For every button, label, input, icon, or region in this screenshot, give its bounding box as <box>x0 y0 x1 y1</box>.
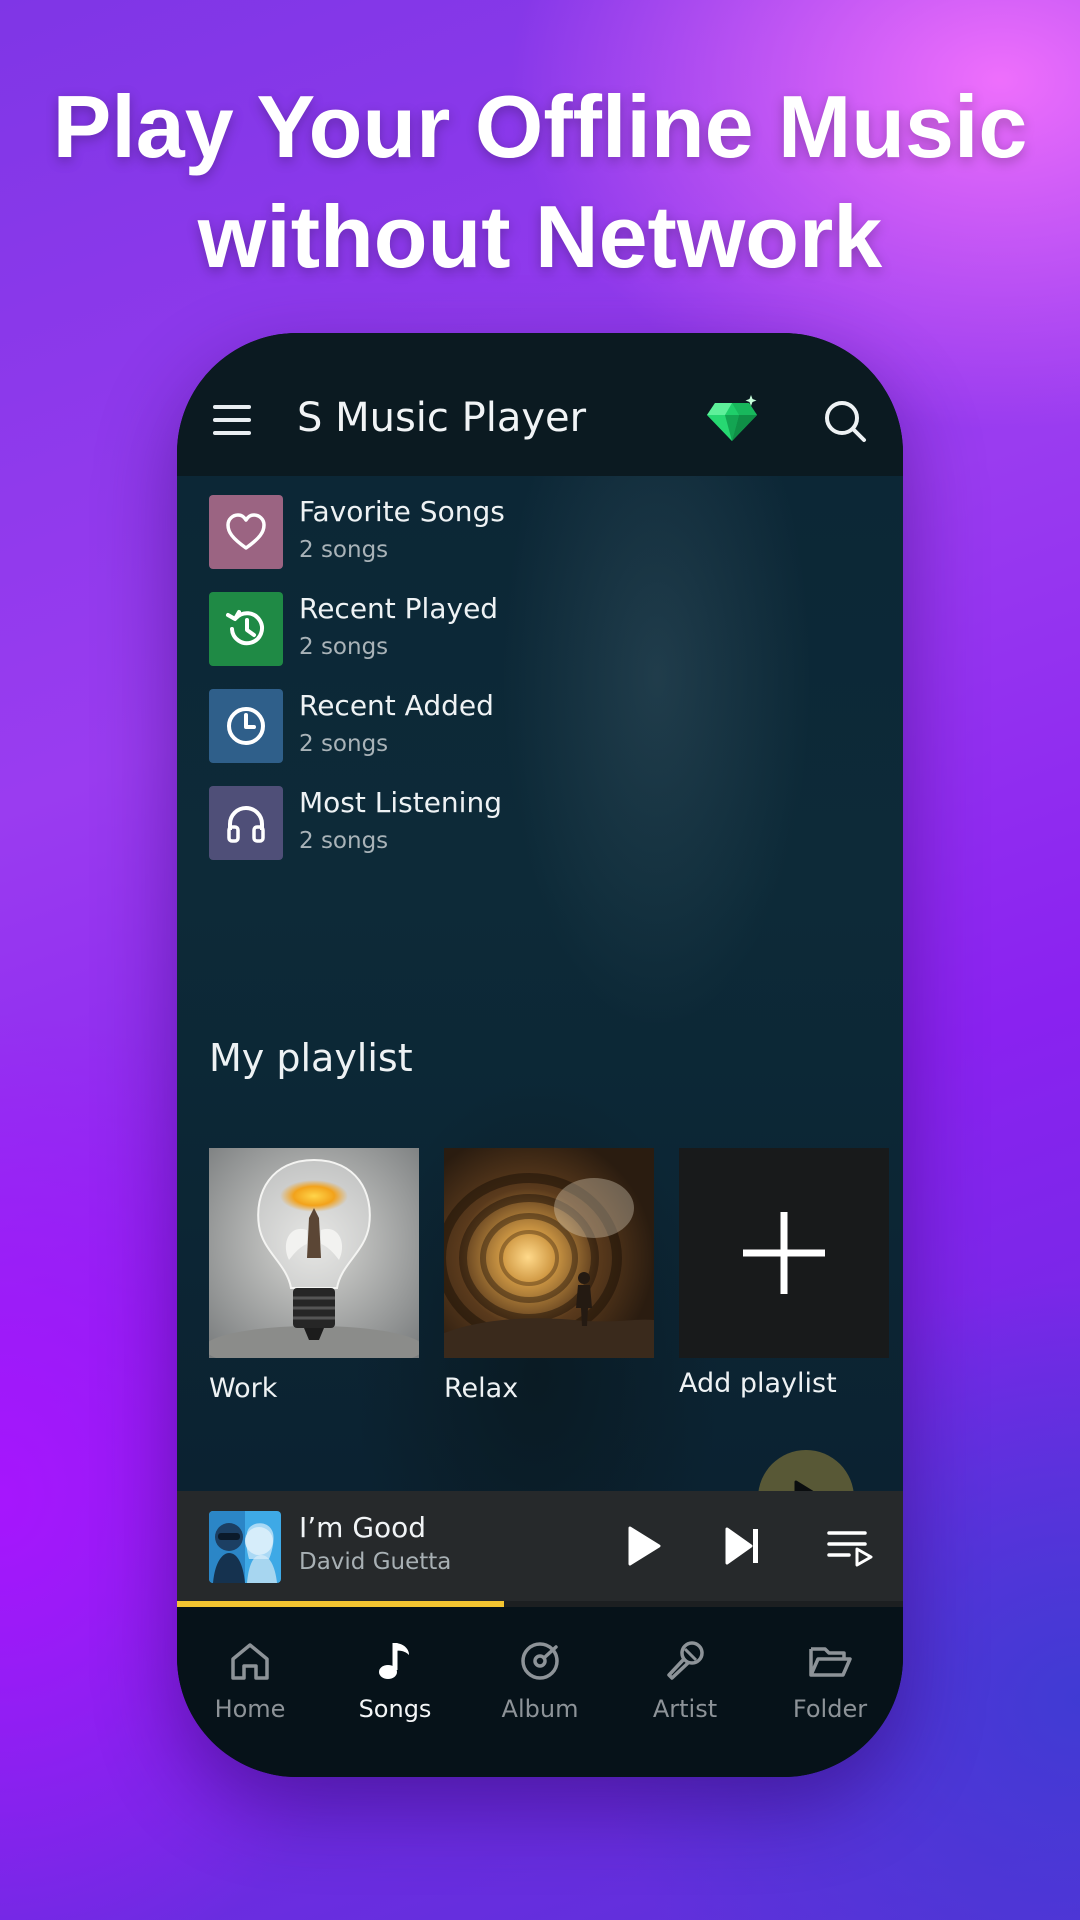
mini-player[interactable]: I’m Good David Guetta <box>177 1491 903 1601</box>
nav-item-folder[interactable]: Folder <box>765 1637 895 1723</box>
album-art-thumbnail[interactable] <box>209 1511 281 1583</box>
nav-label: Home <box>214 1695 286 1723</box>
bottom-navigation: Home Songs Album Artist Folder <box>177 1607 903 1777</box>
list-item-count: 2 songs <box>299 634 389 660</box>
list-item-title: Most Listening <box>299 786 502 819</box>
list-item-title: Recent Added <box>299 689 494 722</box>
nav-label: Album <box>501 1695 579 1723</box>
app-bar: S Music Player <box>177 333 903 476</box>
now-playing-title: I’m Good <box>299 1511 427 1544</box>
playlist-card-add[interactable]: Add playlist <box>679 1148 889 1399</box>
home-icon <box>231 1643 269 1680</box>
plus-icon <box>743 1212 825 1294</box>
diamond-icon[interactable] <box>705 395 759 443</box>
list-item-count: 2 songs <box>299 537 389 563</box>
headline-line-1: Play Your Offline Music <box>52 77 1028 176</box>
headline-line-2: without Network <box>197 187 883 286</box>
nav-item-artist[interactable]: Artist <box>620 1637 750 1723</box>
phone-frame: S Music Player Favorite Songs 2 songs Re… <box>177 333 903 1777</box>
playlist-card-relax[interactable]: Relax <box>436 1148 654 1404</box>
list-item-recent-added[interactable]: Recent Added 2 songs <box>209 689 859 763</box>
list-item-recent-played[interactable]: Recent Played 2 songs <box>209 592 859 666</box>
list-item-most-listening[interactable]: Most Listening 2 songs <box>209 786 859 860</box>
add-playlist-tile <box>679 1148 889 1358</box>
tunnel-silhouette-image <box>436 1148 654 1358</box>
section-title-my-playlist: My playlist <box>209 1036 413 1080</box>
playlist-card-work[interactable]: Work <box>204 1148 424 1404</box>
clock-icon <box>209 689 283 763</box>
lightbulb-fairy-image <box>204 1148 424 1370</box>
nav-label: Folder <box>792 1695 868 1723</box>
skip-next-icon[interactable] <box>717 1521 767 1571</box>
list-item-favorite-songs[interactable]: Favorite Songs 2 songs <box>209 495 859 569</box>
search-icon[interactable] <box>823 399 867 443</box>
nav-label: Artist <box>652 1695 718 1723</box>
promo-headline: Play Your Offline Music without Network <box>0 72 1080 292</box>
list-item-title: Recent Played <box>299 592 499 625</box>
play-icon[interactable] <box>617 1521 667 1571</box>
music-note-icon <box>379 1643 409 1679</box>
nav-item-album[interactable]: Album <box>475 1637 605 1723</box>
playlist-label: Add playlist <box>679 1368 837 1399</box>
queue-list-icon[interactable] <box>825 1521 875 1571</box>
album-disc-icon <box>521 1642 559 1680</box>
folder-icon <box>809 1647 852 1677</box>
playlist-label: Work <box>209 1373 278 1404</box>
now-playing-artist: David Guetta <box>299 1549 452 1575</box>
headphones-icon <box>209 786 283 860</box>
list-item-title: Favorite Songs <box>299 495 505 528</box>
nav-item-home[interactable]: Home <box>185 1637 315 1723</box>
nav-label: Songs <box>358 1695 432 1723</box>
hamburger-menu-icon[interactable] <box>213 405 251 435</box>
microphone-icon <box>667 1641 704 1680</box>
list-item-count: 2 songs <box>299 731 389 757</box>
nav-item-songs[interactable]: Songs <box>330 1637 460 1723</box>
history-icon <box>209 592 283 666</box>
app-title: S Music Player <box>297 395 587 441</box>
library-content: Favorite Songs 2 songs Recent Played 2 s… <box>177 476 903 1546</box>
playlist-label: Relax <box>444 1373 519 1404</box>
heart-icon <box>209 495 283 569</box>
list-item-count: 2 songs <box>299 828 389 854</box>
